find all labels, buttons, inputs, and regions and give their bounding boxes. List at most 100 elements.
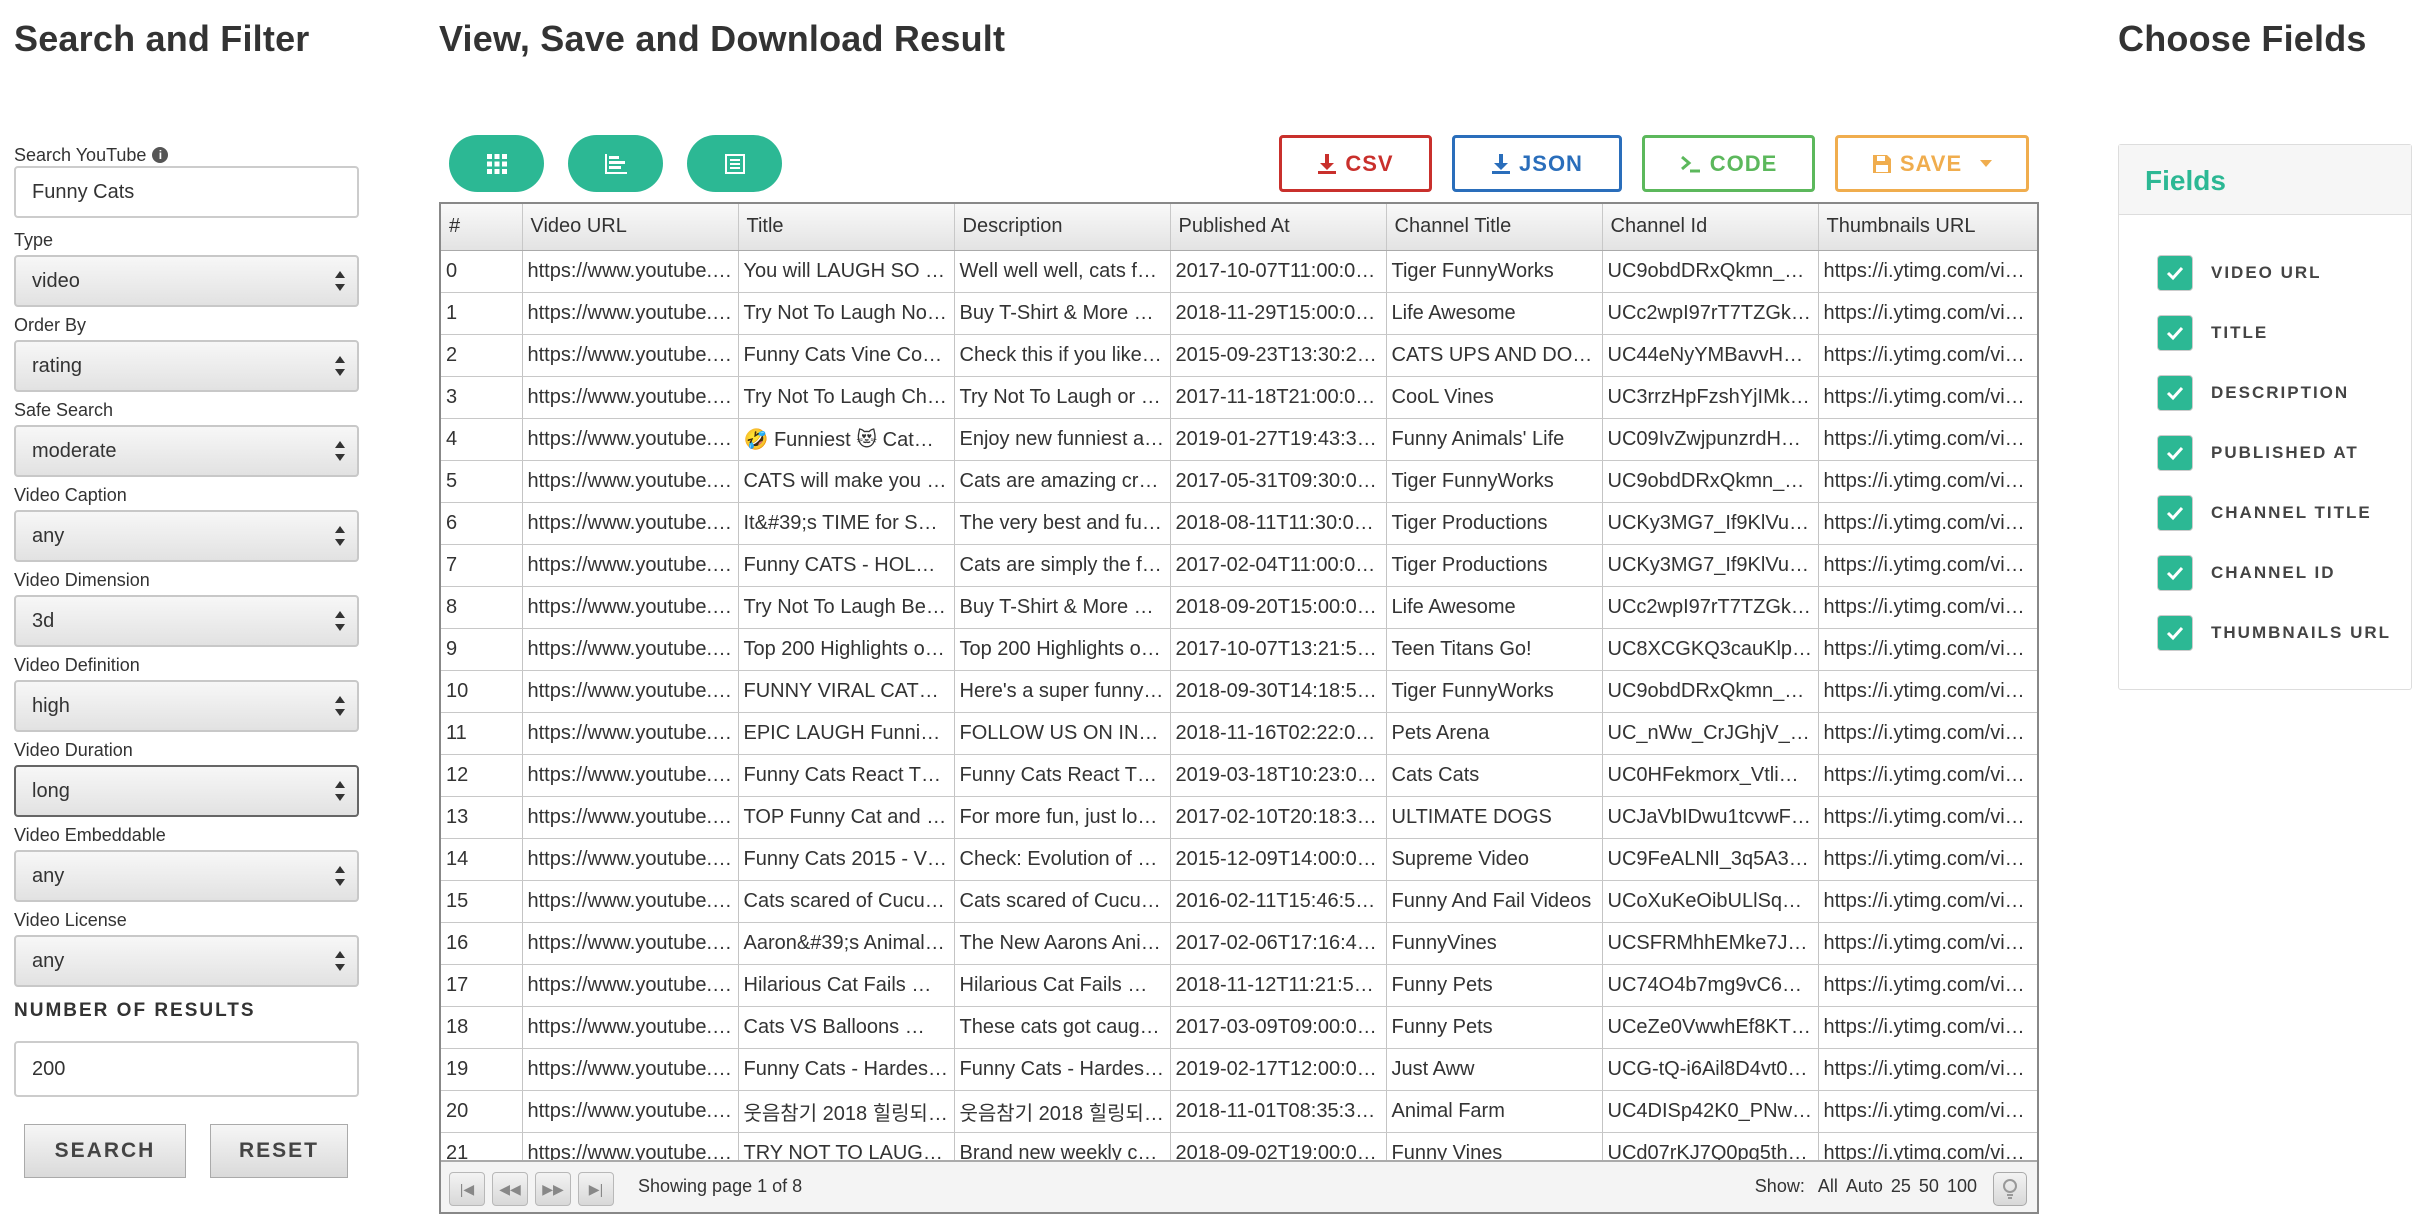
select-type[interactable]: video <box>14 255 359 307</box>
table-row[interactable]: 12 https://www.youtube.… Funny Cats React … <box>441 754 2037 797</box>
table-row[interactable]: 4 https://www.youtube.… 🤣 Funniest 😻 Cat… E… <box>441 418 2037 461</box>
select-video-license[interactable]: any <box>14 935 359 987</box>
table-cell: 2 <box>441 334 523 377</box>
select-label: Video Embeddable <box>14 825 166 845</box>
field-option[interactable]: CHANNEL ID <box>2157 555 2336 591</box>
table-row[interactable]: 6 https://www.youtube.… It&#39;s TIME for … <box>441 502 2037 545</box>
select-video-dimension[interactable]: 3d <box>14 595 359 647</box>
column-header[interactable]: # <box>441 204 523 251</box>
column-header[interactable]: Video URL <box>522 204 739 251</box>
field-option[interactable]: THUMBNAILS URL <box>2157 615 2391 651</box>
table-cell: https://i.ytimg.com/vi… <box>1818 502 2037 545</box>
grid-view-button[interactable] <box>449 135 544 192</box>
table-row[interactable]: 5 https://www.youtube.… CATS will make you… <box>441 460 2037 503</box>
select-value: video <box>32 270 80 292</box>
table-header-row: # Video URL Title Description Published At Ch… <box>441 204 2037 251</box>
table-cell: UC0HFekmorx_Vtli… <box>1602 754 1819 797</box>
table-row[interactable]: 2 https://www.youtube.… Funny Cats Vine Co… <box>441 334 2037 377</box>
json-download-button[interactable]: JSON <box>1452 135 1622 192</box>
code-button[interactable]: CODE <box>1642 135 1815 192</box>
table-cell: https://www.youtube.… <box>522 292 739 335</box>
field-option[interactable]: DESCRIPTION <box>2157 375 2349 411</box>
checkbox-checked-icon[interactable] <box>2157 495 2193 531</box>
page-size-option[interactable]: Auto <box>1846 1176 1883 1196</box>
table-row[interactable]: 7 https://www.youtube.… Funny CATS - HOL… C… <box>441 544 2037 587</box>
page-size-option[interactable]: 50 <box>1919 1176 1939 1196</box>
page-size-option[interactable]: All <box>1818 1176 1838 1196</box>
table-cell: https://i.ytimg.com/vi… <box>1818 796 2037 839</box>
table-row[interactable]: 0 https://www.youtube.… You will LAUGH SO … <box>441 250 2037 293</box>
select-order-by[interactable]: rating <box>14 340 359 392</box>
column-header[interactable]: Thumbnails URL <box>1818 204 2037 251</box>
select-video-caption[interactable]: any <box>14 510 359 562</box>
checkbox-checked-icon[interactable] <box>2157 555 2193 591</box>
table-row[interactable]: 11 https://www.youtube.… EPIC LAUGH Funni…… <box>441 712 2037 755</box>
table-row[interactable]: 14 https://www.youtube.… Funny Cats 2015 -… <box>441 838 2037 881</box>
table-row[interactable]: 19 https://www.youtube.… Funny Cats - Hard… <box>441 1048 2037 1091</box>
table-row[interactable]: 10 https://www.youtube.… FUNNY VIRAL CAT… H… <box>441 670 2037 713</box>
table-row[interactable]: 9 https://www.youtube.… Top 200 Highlights… <box>441 628 2037 671</box>
table-cell: 12 <box>441 754 523 797</box>
table-cell: Tiger FunnyWorks <box>1386 460 1603 503</box>
table-cell: 2019-01-27T19:43:3… <box>1170 418 1387 461</box>
select-arrows-icon <box>335 864 345 888</box>
table-row[interactable]: 3 https://www.youtube.… Try Not To Laugh C… <box>441 376 2037 419</box>
table-cell: 2017-03-09T09:00:0… <box>1170 1006 1387 1049</box>
select-safe-search[interactable]: moderate <box>14 425 359 477</box>
search-input[interactable]: Funny Cats <box>14 166 359 218</box>
table-cell: https://i.ytimg.com/vi… <box>1818 754 2037 797</box>
table-row[interactable]: 8 https://www.youtube.… Try Not To Laugh B… <box>441 586 2037 629</box>
reset-button[interactable]: RESET <box>210 1124 348 1178</box>
table-cell: https://www.youtube.… <box>522 586 739 629</box>
column-header[interactable]: Channel Id <box>1602 204 1819 251</box>
select-video-duration[interactable]: long <box>14 765 359 817</box>
checkbox-checked-icon[interactable] <box>2157 435 2193 471</box>
checkbox-checked-icon[interactable] <box>2157 375 2193 411</box>
page-size-option[interactable]: 100 <box>1947 1176 1977 1196</box>
info-icon[interactable]: i <box>152 147 169 163</box>
field-option[interactable]: TITLE <box>2157 315 2268 351</box>
first-page-button[interactable]: |◀ <box>449 1172 485 1206</box>
search-button[interactable]: SEARCH <box>24 1124 186 1178</box>
table-row[interactable]: 13 https://www.youtube.… TOP Funny Cat and… <box>441 796 2037 839</box>
select-video-embeddable[interactable]: any <box>14 850 359 902</box>
table-row[interactable]: 17 https://www.youtube.… Hilarious Cat Fai… <box>441 964 2037 1007</box>
field-option[interactable]: CHANNEL TITLE <box>2157 495 2372 531</box>
checkbox-checked-icon[interactable] <box>2157 615 2193 651</box>
number-of-results-input[interactable]: 200 <box>14 1041 359 1097</box>
save-dropdown-button[interactable]: SAVE <box>1835 135 2029 192</box>
page-size-option[interactable]: 25 <box>1891 1176 1911 1196</box>
table-row[interactable]: 21 https://www.youtube.… TRY NOT TO LAUG… B… <box>441 1132 2037 1162</box>
checkbox-checked-icon[interactable] <box>2157 315 2193 351</box>
column-header[interactable]: Title <box>738 204 955 251</box>
table-cell: https://i.ytimg.com/vi… <box>1818 1048 2037 1091</box>
column-header[interactable]: Description <box>954 204 1171 251</box>
table-row[interactable]: 18 https://www.youtube.… Cats VS Balloons … <box>441 1006 2037 1049</box>
table-cell: https://i.ytimg.com/vi… <box>1818 628 2037 671</box>
table-cell: Hilarious Cat Fails … <box>954 964 1171 1007</box>
table-cell: FunnyVines <box>1386 922 1603 965</box>
table-row[interactable]: 20 https://www.youtube.… 웃음참기 2018 힐링되… 웃음참… <box>441 1090 2037 1133</box>
grid-view-icon <box>486 153 507 174</box>
bar-view-button[interactable] <box>568 135 663 192</box>
field-option[interactable]: PUBLISHED AT <box>2157 435 2359 471</box>
table-row[interactable]: 16 https://www.youtube.… Aaron&#39;s Anima… <box>441 922 2037 965</box>
list-view-button[interactable] <box>687 135 782 192</box>
csv-download-button[interactable]: CSV <box>1279 135 1432 192</box>
select-video-definition[interactable]: high <box>14 680 359 732</box>
table-cell: https://www.youtube.… <box>522 376 739 419</box>
next-page-button[interactable]: ▶▶ <box>535 1172 571 1206</box>
column-header[interactable]: Channel Title <box>1386 204 1603 251</box>
fields-panel-header: Fields <box>2119 145 2411 215</box>
column-header[interactable]: Published At <box>1170 204 1387 251</box>
table-row[interactable]: 1 https://www.youtube.… Try Not To Laugh N… <box>441 292 2037 335</box>
checkbox-checked-icon[interactable] <box>2157 255 2193 291</box>
table-cell: Teen Titans Go! <box>1386 628 1603 671</box>
field-option[interactable]: VIDEO URL <box>2157 255 2322 291</box>
lightbulb-button[interactable] <box>1993 1172 2027 1206</box>
save-label: SAVE <box>1899 150 1963 176</box>
table-row[interactable]: 15 https://www.youtube.… Cats scared of Cu… <box>441 880 2037 923</box>
select-arrows-icon <box>335 694 345 718</box>
last-page-button[interactable]: ▶| <box>578 1172 614 1206</box>
prev-page-button[interactable]: ◀◀ <box>492 1172 528 1206</box>
